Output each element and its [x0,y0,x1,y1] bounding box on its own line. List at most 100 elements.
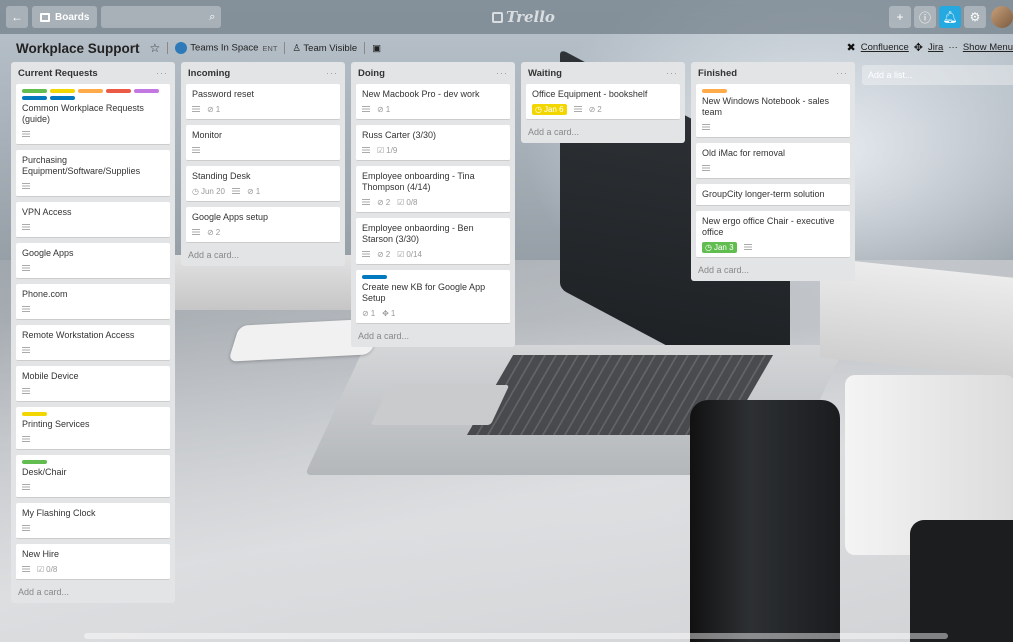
list-waiting: Waiting ··· Office Equipment - bookshelf ◷ J… [521,62,685,143]
team-badge: ENT [262,43,278,53]
card[interactable]: Phone.com [16,284,170,320]
attachments-badge: ⊘ 2 [589,105,602,114]
list-menu-icon[interactable]: ··· [496,68,508,78]
card-badges: ◷ Jun 20 ⊘ 1 [192,186,334,196]
card[interactable]: Remote Workstation Access [16,325,170,361]
add-card-button[interactable]: Add a card... [696,263,850,275]
show-menu-link[interactable]: Show Menu [963,42,1013,53]
list-header: Current Requests ··· [16,65,170,81]
paperclip-icon: ⊘ [588,104,596,114]
plus-icon: + [896,10,904,24]
due-date-text: Jan 6 [543,104,564,114]
card[interactable]: New Windows Notebook - sales team [696,84,850,138]
calendar-icon[interactable]: ▣ [372,43,381,54]
card[interactable]: Create new KB for Google App Setup ⊘ 1 ✥ 1 [356,270,510,324]
clock-icon: ◷ [535,104,542,114]
paperclip-icon: ⊘ [377,197,384,207]
attachments-badge: ⊘ 1 [247,187,260,196]
user-avatar[interactable] [991,6,1013,28]
description-icon [232,188,241,194]
back-button[interactable]: ← [6,6,28,28]
card[interactable]: Purchasing Equipment/Software/Supplies [16,150,170,197]
card[interactable]: Password reset ⊘ 1 [186,84,340,120]
card[interactable]: Employee onbaording - Ben Starson (3/30)… [356,218,510,265]
gear-icon: ⚙ [969,10,981,24]
confluence-link[interactable]: Confluence [861,42,909,53]
card[interactable]: Google Apps setup ⊘ 2 [186,207,340,243]
card-title: Employee onbaording - Ben Starson (3/30) [362,223,474,244]
paperclip-icon: ⊘ [362,308,369,318]
add-card-button[interactable]: Add a card... [16,585,170,597]
list-menu-icon[interactable]: ··· [666,68,678,78]
card[interactable]: New Hire ☑ 0/8 [16,544,170,580]
list-finished: Finished ··· New Windows Notebook - sales … [691,62,855,281]
jira-link[interactable]: Jira [928,42,943,53]
star-icon[interactable]: ☆ [150,41,161,55]
board-title[interactable]: Workplace Support [16,41,140,56]
create-button[interactable]: + [889,6,911,28]
card[interactable]: GroupCity longer-term solution [696,184,850,206]
card-badges [22,482,164,492]
card-title: Phone.com [22,289,68,299]
horizontal-scrollbar[interactable] [84,633,948,639]
attachments-count: 1 [385,104,391,114]
card[interactable]: VPN Access [16,202,170,238]
card-title: Remote Workstation Access [22,330,135,340]
card[interactable]: Standing Desk ◷ Jun 20 ⊘ 1 [186,166,340,202]
add-list-button[interactable]: Add a list... [862,65,1013,85]
description-icon [22,436,30,442]
card[interactable]: Employee onboarding - Tina Thompson (4/1… [356,166,510,213]
description-icon [702,165,710,171]
add-card-button[interactable]: Add a card... [526,125,680,137]
attachments-badge: ⊘ 2 [377,250,390,259]
card-title: Password reset [192,89,255,99]
card[interactable]: Google Apps [16,243,170,279]
info-icon: ⓘ [918,10,931,25]
list-menu-icon[interactable]: ··· [156,68,168,78]
checklist-badge: ☑ 0/8 [37,565,57,574]
add-card-button[interactable]: Add a card... [186,248,340,260]
list-title[interactable]: Doing [358,68,385,79]
card[interactable]: Mobile Device [16,366,170,402]
paperclip-icon: ⊘ [377,249,384,259]
card[interactable]: Common Workplace Requests (guide) [16,84,170,145]
card[interactable]: New ergo office Chair - executive office… [696,211,850,258]
card-title: GroupCity longer-term solution [702,189,825,199]
description-icon [192,106,200,112]
laptop-touchpad [370,385,510,425]
card-title: New ergo office Chair - executive office [702,216,835,237]
list-menu-icon[interactable]: ··· [836,68,848,78]
card-label-orange [78,89,103,93]
list-incoming: Incoming ··· Password reset ⊘ 1 Monitor Standi… [181,62,345,266]
attachments-count: 1 [370,308,376,318]
card[interactable]: Russ Carter (3/30) ☑ 1/9 [356,125,510,161]
list-title[interactable]: Current Requests [18,68,98,79]
settings-button[interactable]: ⚙ [964,6,986,28]
description-icon [22,183,30,189]
description-icon [362,147,370,153]
visibility-button[interactable]: ♙ Team Visible [292,43,357,54]
card[interactable]: New Macbook Pro - dev work ⊘ 1 [356,84,510,120]
team-button[interactable]: Teams In Space ENT [175,42,277,54]
list-title[interactable]: Waiting [528,68,562,79]
card[interactable]: Desk/Chair [16,455,170,498]
search-icon: ⌕ [209,10,216,23]
more-icon: ··· [948,42,958,53]
list-title[interactable]: Incoming [188,68,230,79]
trello-logo[interactable]: Trello [492,8,555,26]
list-menu-icon[interactable]: ··· [326,68,338,78]
add-card-button[interactable]: Add a card... [356,329,510,341]
list-title[interactable]: Finished [698,68,737,79]
notifications-button[interactable]: 🔔︎ [939,6,961,28]
jira-icon: ✥ [913,42,924,54]
card[interactable]: Monitor [186,125,340,161]
card-badges: ☑ 0/8 [22,564,164,574]
card[interactable]: Office Equipment - bookshelf ◷ Jan 6 ⊘ 2 [526,84,680,120]
card[interactable]: Printing Services [16,407,170,450]
card[interactable]: My Flashing Clock [16,503,170,539]
card[interactable]: Old iMac for removal [696,143,850,179]
info-button[interactable]: ⓘ [914,6,936,28]
search-input[interactable]: ⌕ [101,6,222,28]
boards-button[interactable]: Boards [32,6,98,28]
description-icon [22,306,30,312]
